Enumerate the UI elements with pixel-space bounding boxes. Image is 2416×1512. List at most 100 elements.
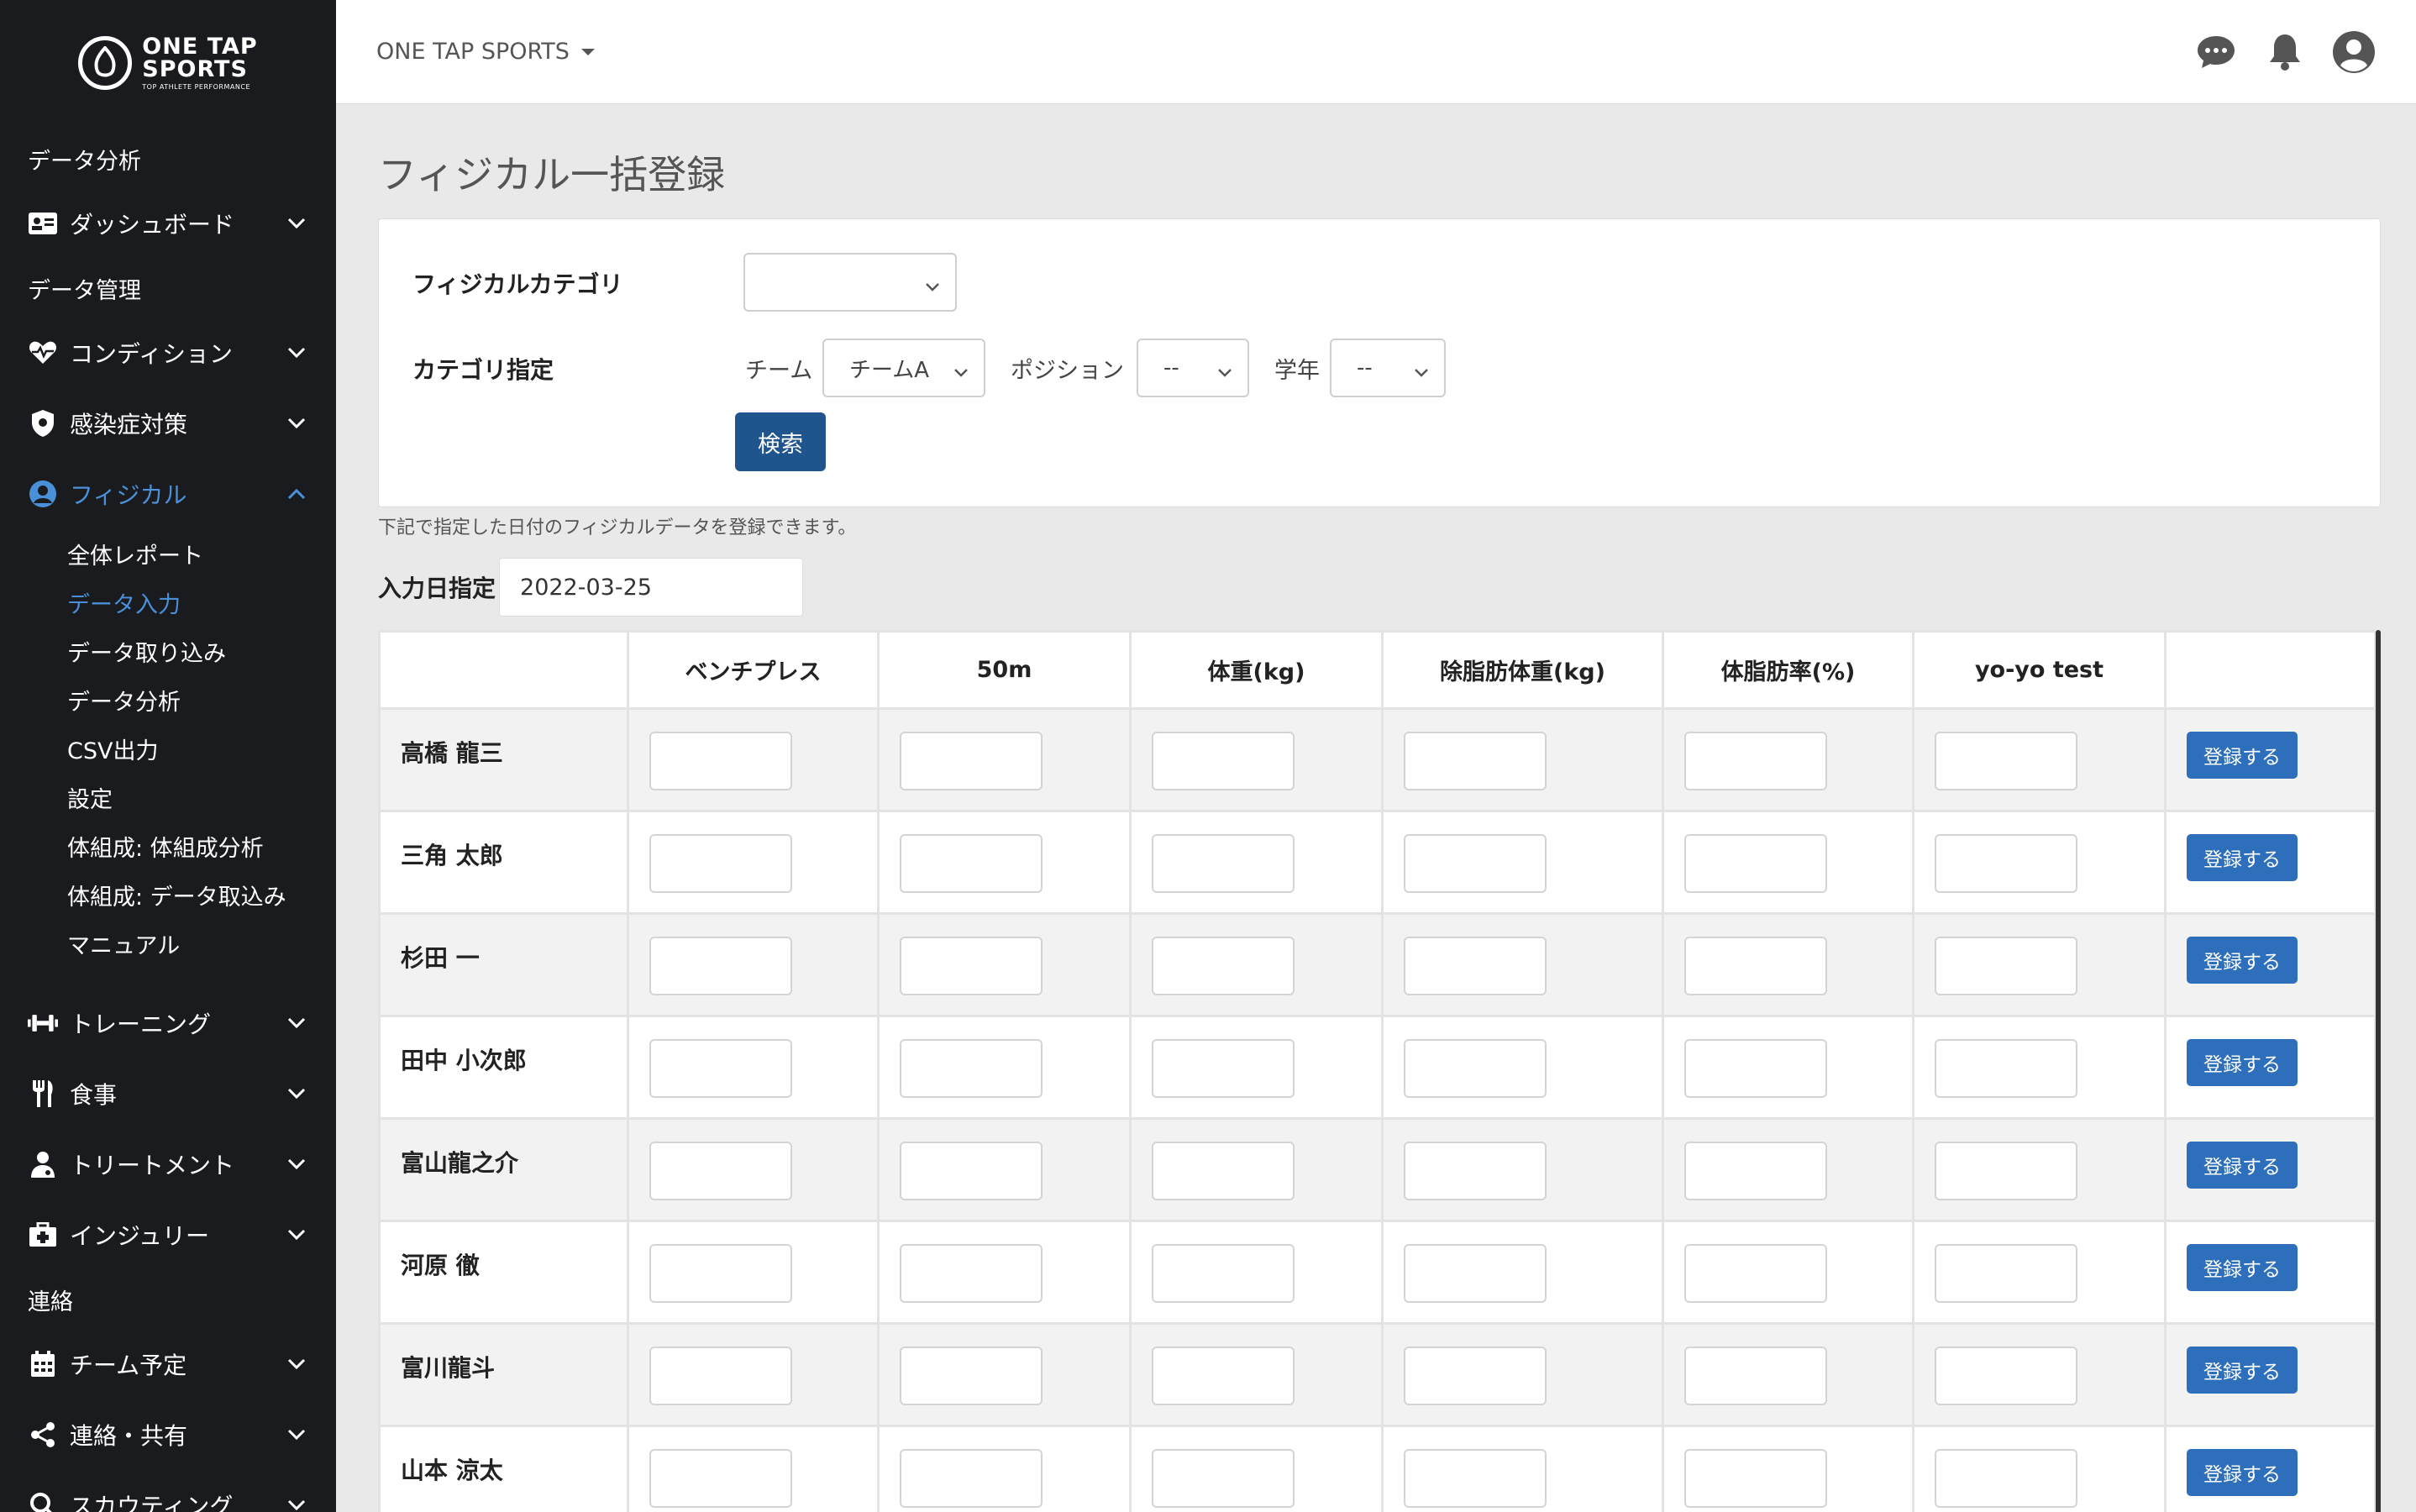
lean-mass-input[interactable] (1404, 1039, 1547, 1098)
table-cell (1381, 912, 1664, 1017)
sub-item-data-import[interactable]: データ取り込み (0, 627, 336, 675)
logo[interactable]: ONE TAP SPORTS TOP ATHLETE PERFORMANCE (0, 0, 336, 126)
table-scrollbar[interactable] (2376, 630, 2381, 1512)
team-select[interactable]: チームA (822, 339, 985, 397)
yoyo-test-input[interactable] (1935, 834, 2077, 893)
body-fat-input[interactable] (1684, 1244, 1827, 1303)
sub-item-settings[interactable]: 設定 (0, 773, 336, 822)
weight-input[interactable] (1152, 1142, 1295, 1200)
player-name: 河原 徹 (378, 1220, 629, 1325)
weight-input[interactable] (1152, 1039, 1295, 1098)
user-medical-icon (28, 1149, 58, 1179)
body-fat-input[interactable] (1684, 1347, 1827, 1405)
sprint-50m-input[interactable] (900, 937, 1043, 995)
nav-item-physical[interactable]: フィジカル (0, 459, 336, 529)
yoyo-test-input[interactable] (1935, 1142, 2077, 1200)
weight-input[interactable] (1152, 732, 1295, 790)
grade-select[interactable]: -- (1330, 339, 1446, 397)
body-fat-input[interactable] (1684, 732, 1827, 790)
sub-item-data-analysis[interactable]: データ分析 (0, 675, 336, 724)
sprint-50m-input[interactable] (900, 732, 1043, 790)
lean-mass-input[interactable] (1404, 1449, 1547, 1508)
nav-item-treatment[interactable]: トリートメント (0, 1129, 336, 1200)
register-button[interactable]: 登録する (2187, 1142, 2298, 1189)
sprint-50m-input[interactable] (900, 1244, 1043, 1303)
sprint-50m-input[interactable] (900, 1449, 1043, 1508)
body-fat-input[interactable] (1684, 1039, 1827, 1098)
lean-mass-input[interactable] (1404, 834, 1547, 893)
bench-press-input[interactable] (649, 1347, 792, 1405)
nav-item-meal[interactable]: 食事 (0, 1058, 336, 1129)
position-label: ポジション (1011, 358, 1124, 384)
nav-item-scouting[interactable]: スカウティング (0, 1470, 336, 1512)
position-select[interactable]: -- (1137, 339, 1249, 397)
bell-icon[interactable] (2263, 30, 2307, 74)
sub-item-body-analysis[interactable]: 体組成: 体組成分析 (0, 822, 336, 870)
table-cell: 登録する (2164, 1117, 2377, 1222)
bench-press-input[interactable] (649, 732, 792, 790)
weight-input[interactable] (1152, 1347, 1295, 1405)
bench-press-input[interactable] (649, 1142, 792, 1200)
sub-item-manual[interactable]: マニュアル (0, 919, 336, 968)
yoyo-test-input[interactable] (1935, 1244, 2077, 1303)
bench-press-input[interactable] (649, 1244, 792, 1303)
bench-press-input[interactable] (649, 834, 792, 893)
category-select[interactable] (743, 253, 957, 312)
sub-item-overall-report[interactable]: 全体レポート (0, 529, 336, 578)
lean-mass-input[interactable] (1404, 1244, 1547, 1303)
nav-item-injury[interactable]: インジュリー (0, 1200, 336, 1270)
nav-label-physical: フィジカル (70, 481, 187, 509)
yoyo-test-input[interactable] (1935, 1347, 2077, 1405)
sub-item-csv-export[interactable]: CSV出力 (0, 724, 336, 773)
nav-label-training: トレーニング (70, 1011, 212, 1038)
weight-input[interactable] (1152, 1449, 1295, 1508)
register-button[interactable]: 登録する (2187, 1347, 2298, 1394)
register-button[interactable]: 登録する (2187, 937, 2298, 984)
body-fat-input[interactable] (1684, 937, 1827, 995)
nav-item-infection[interactable]: 感染症対策 (0, 388, 336, 459)
nav-item-dashboard[interactable]: ダッシュボード (0, 188, 336, 259)
sprint-50m-input[interactable] (900, 1142, 1043, 1200)
register-button[interactable]: 登録する (2187, 1244, 2298, 1291)
sprint-50m-input[interactable] (900, 834, 1043, 893)
bench-press-input[interactable] (649, 1449, 792, 1508)
register-button[interactable]: 登録する (2187, 834, 2298, 881)
bench-press-input[interactable] (649, 1039, 792, 1098)
nav-item-condition[interactable]: コンディション (0, 318, 336, 388)
yoyo-test-input[interactable] (1935, 1039, 2077, 1098)
search-button[interactable]: 検索 (735, 412, 826, 471)
nav-item-team-schedule[interactable]: チーム予定 (0, 1329, 336, 1399)
yoyo-test-input[interactable] (1935, 732, 2077, 790)
register-button[interactable]: 登録する (2187, 1039, 2298, 1086)
lean-mass-input[interactable] (1404, 1142, 1547, 1200)
comment-dots-icon[interactable] (2194, 30, 2238, 74)
chevron-down-icon (953, 359, 972, 377)
date-label: 入力日指定 (378, 575, 496, 602)
table-cell: 登録する (2164, 1220, 2377, 1325)
body-fat-input[interactable] (1684, 834, 1827, 893)
register-button[interactable]: 登録する (2187, 732, 2298, 779)
register-button[interactable]: 登録する (2187, 1449, 2298, 1496)
user-avatar-icon[interactable] (2332, 30, 2376, 74)
nav-item-share[interactable]: 連絡・共有 (0, 1399, 336, 1470)
nav-item-training[interactable]: トレーニング (0, 988, 336, 1058)
date-input[interactable]: 2022-03-25 (499, 558, 804, 617)
body-fat-input[interactable] (1684, 1449, 1827, 1508)
lean-mass-input[interactable] (1404, 732, 1547, 790)
yoyo-test-input[interactable] (1935, 1449, 2077, 1508)
nav-label-team-schedule: チーム予定 (70, 1352, 187, 1379)
team-switcher[interactable]: ONE TAP SPORTS (376, 39, 595, 65)
body-fat-input[interactable] (1684, 1142, 1827, 1200)
lean-mass-input[interactable] (1404, 1347, 1547, 1405)
sub-item-data-input[interactable]: データ入力 (0, 578, 336, 627)
weight-input[interactable] (1152, 1244, 1295, 1303)
weight-input[interactable] (1152, 834, 1295, 893)
chevron-down-icon (285, 341, 308, 365)
sprint-50m-input[interactable] (900, 1347, 1043, 1405)
weight-input[interactable] (1152, 937, 1295, 995)
lean-mass-input[interactable] (1404, 937, 1547, 995)
sub-item-body-import[interactable]: 体組成: データ取込み (0, 870, 336, 919)
sprint-50m-input[interactable] (900, 1039, 1043, 1098)
yoyo-test-input[interactable] (1935, 937, 2077, 995)
bench-press-input[interactable] (649, 937, 792, 995)
